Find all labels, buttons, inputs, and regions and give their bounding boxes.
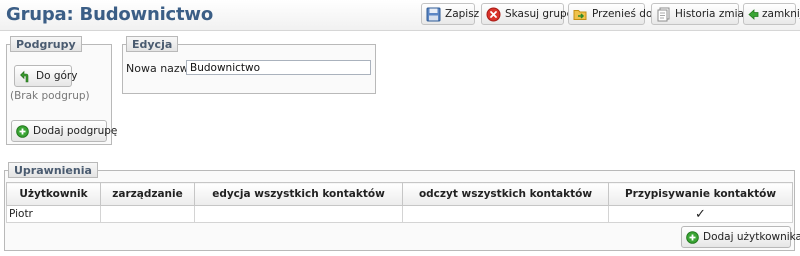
edit-panel: Edycja Nowa nazwa: — [122, 36, 376, 94]
move-to-button[interactable]: Przenieś do — [568, 3, 652, 25]
add-subgroup-button[interactable]: Dodaj podgrupę — [11, 120, 117, 142]
column-header-manage: zarządzanie — [100, 182, 195, 206]
new-name-input[interactable] — [186, 60, 371, 75]
add-subgroup-button-label: Dodaj podgrupę — [33, 125, 118, 137]
up-arrow-icon — [19, 70, 32, 83]
add-user-button[interactable]: Dodaj użytkownika — [681, 226, 800, 248]
subgroups-legend: Podgrupy — [10, 36, 82, 52]
arrow-left-icon — [748, 7, 759, 22]
delete-group-button-label: Skasuj grupę — [505, 8, 574, 20]
column-header-read-all: odczyt wszystkich kontaktów — [402, 182, 609, 206]
delete-icon — [486, 7, 501, 22]
document-history-icon — [656, 7, 671, 22]
add-icon — [686, 230, 699, 244]
column-header-user: Użytkownik — [6, 182, 101, 206]
folder-move-icon — [573, 7, 588, 22]
page-title: Grupa: Budownictwo — [6, 4, 214, 25]
read-all-cell[interactable] — [402, 205, 609, 223]
floppy-disk-icon — [426, 7, 441, 22]
go-up-button[interactable]: Do góry — [14, 65, 77, 87]
edit-all-cell[interactable] — [194, 205, 403, 223]
assign-cell[interactable]: ✓ — [608, 205, 793, 223]
table-row: Piotr ✓ — [6, 205, 793, 223]
history-button[interactable]: Historia zmian — [651, 3, 751, 25]
move-to-button-label: Przenieś do — [592, 8, 653, 20]
permissions-legend: Uprawnienia — [8, 162, 98, 178]
permissions-header-row: Użytkownik zarządzanie edycja wszystkich… — [6, 182, 793, 206]
column-header-assign: Przypisywanie kontaktów — [608, 182, 793, 206]
permissions-table: Użytkownik zarządzanie edycja wszystkich… — [6, 182, 793, 223]
close-button[interactable]: zamknij — [743, 3, 800, 25]
add-icon — [16, 124, 29, 138]
save-button-label: Zapisz — [445, 8, 480, 20]
delete-group-button[interactable]: Skasuj grupę — [481, 3, 573, 25]
subgroups-panel: Podgrupy Do góry (Brak podgrup) Dodaj po… — [6, 36, 117, 145]
close-button-label: zamknij — [762, 8, 800, 20]
no-subgroups-text: (Brak podgrup) — [10, 90, 90, 102]
user-cell: Piotr — [6, 205, 101, 223]
add-user-button-label: Dodaj użytkownika — [703, 231, 800, 243]
save-button[interactable]: Zapisz — [421, 3, 479, 25]
manage-cell[interactable] — [100, 205, 195, 223]
page-header: Grupa: Budownictwo Zapisz Skasuj grupę P… — [0, 0, 800, 31]
go-up-button-label: Do góry — [36, 70, 78, 82]
edit-legend: Edycja — [126, 36, 179, 52]
column-header-edit-all: edycja wszystkich kontaktów — [194, 182, 403, 206]
history-button-label: Historia zmian — [675, 8, 751, 20]
